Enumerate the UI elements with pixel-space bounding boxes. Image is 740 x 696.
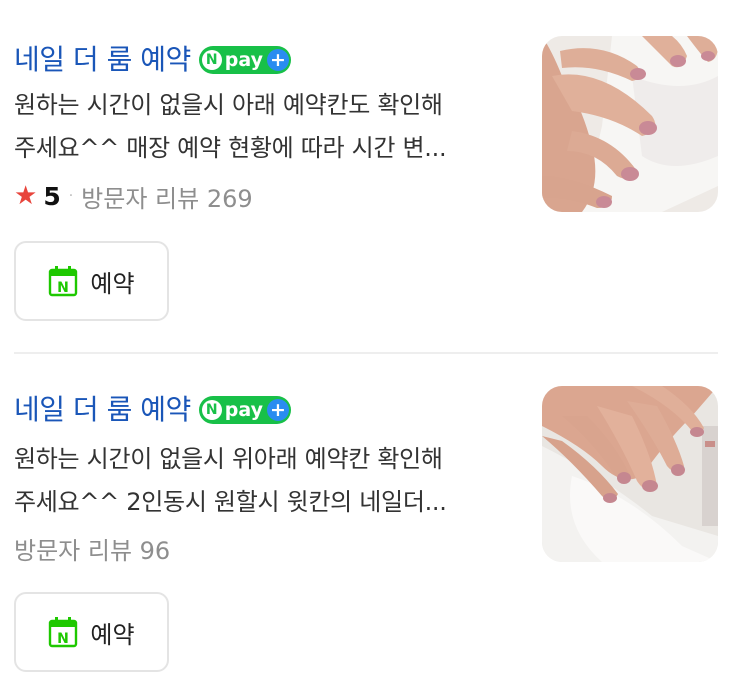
listing-title[interactable]: 네일 더 룸 예약 (14, 388, 191, 432)
review-count[interactable]: 방문자 리뷰 96 (14, 531, 170, 566)
nail-photo-image (542, 36, 718, 212)
reserve-button-label: 예약 (90, 269, 135, 298)
title-row: 네일 더 룸 예약 N pay + (14, 38, 291, 82)
listing-description[interactable]: 원하는 시간이 없을시 위아래 예약칸 확인해 주세요^^ 2인동시 원할시 윗… (14, 438, 524, 524)
description-line-2: 주세요^^ 2인동시 원할시 윗칸의 네일더... (14, 488, 447, 516)
listing-title[interactable]: 네일 더 룸 예약 (14, 38, 191, 82)
star-icon: ★ (14, 181, 38, 211)
npay-badge-icon: N pay + (198, 396, 291, 424)
reserve-button[interactable]: N 예약 (14, 241, 169, 321)
review-count[interactable]: 방문자 리뷰 269 (81, 179, 252, 214)
nail-photo-image (542, 386, 718, 562)
listing-meta: 방문자 리뷰 96 (14, 528, 170, 568)
description-line-1: 원하는 시간이 없을시 아래 예약칸도 확인해 (14, 91, 443, 119)
svg-text:N: N (58, 631, 70, 647)
listing-card-1[interactable]: 네일 더 룸 예약 N pay + 원하는 시간이 없을시 아래 예약칸도 확인… (0, 0, 740, 352)
listing-description[interactable]: 원하는 시간이 없을시 아래 예약칸도 확인해 주세요^^ 매장 예약 현황에 … (14, 84, 524, 170)
npay-n-letter: N (201, 50, 222, 70)
listing-thumbnail[interactable] (542, 36, 718, 212)
listing-card-2[interactable]: 네일 더 룸 예약 N pay + 원하는 시간이 없을시 위아래 예약칸 확인… (0, 352, 740, 696)
description-line-2: 주세요^^ 매장 예약 현황에 따라 시간 변... (14, 134, 447, 162)
npay-plus-icon: + (267, 49, 289, 71)
reserve-button[interactable]: N 예약 (14, 592, 169, 672)
meta-separator: · (68, 188, 74, 204)
description-line-1: 원하는 시간이 없을시 위아래 예약칸 확인해 (14, 445, 443, 473)
calendar-n-icon: N (49, 266, 78, 297)
npay-text: pay (224, 49, 263, 71)
npay-plus-icon: + (267, 399, 289, 421)
svg-text:N: N (58, 280, 70, 296)
reserve-button-label: 예약 (90, 620, 135, 649)
npay-n-letter: N (201, 400, 222, 420)
rating-value: 5 (43, 181, 61, 211)
listing-meta: ★ 5 · 방문자 리뷰 269 (14, 176, 253, 216)
npay-badge-icon: N pay + (198, 46, 291, 74)
title-row: 네일 더 룸 예약 N pay + (14, 388, 291, 432)
calendar-n-icon: N (49, 617, 78, 648)
listing-thumbnail[interactable] (542, 386, 718, 562)
npay-text: pay (224, 399, 263, 421)
